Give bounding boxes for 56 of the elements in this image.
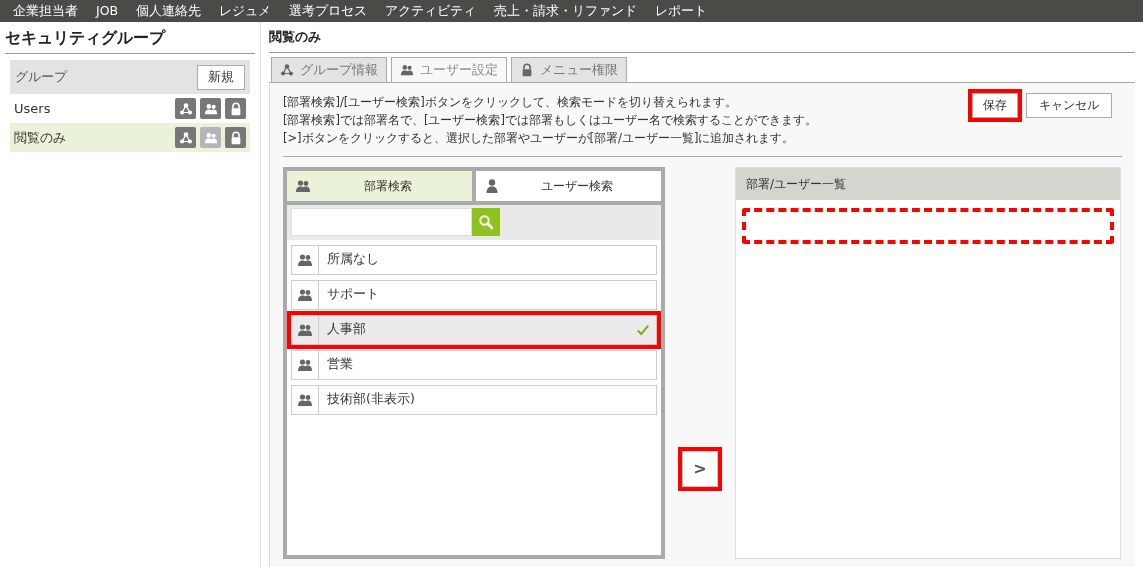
users-icon xyxy=(203,130,218,145)
users-icon xyxy=(295,177,311,194)
group-action-button[interactable] xyxy=(175,127,196,148)
nav-link[interactable]: 選考プロセス xyxy=(289,1,368,21)
nav-link[interactable]: レジュメ xyxy=(219,1,272,21)
tab[interactable]: メニュー権限 xyxy=(511,56,627,82)
department-name: 営業 xyxy=(326,355,354,374)
group-name: Users xyxy=(14,99,51,118)
group-action-button[interactable] xyxy=(225,127,246,148)
new-button[interactable]: 新規 xyxy=(197,64,245,90)
help-text: [部署検索]では部署名で、[ユーザー検索]では部署もしくはユーザー名で検索することができます。 xyxy=(283,111,817,129)
network-icon xyxy=(178,101,193,116)
check-icon xyxy=(636,322,650,337)
cancel-button[interactable]: キャンセル xyxy=(1026,92,1112,118)
department-name: 人事部 xyxy=(326,320,367,339)
search-icon xyxy=(478,213,494,230)
group-action-button[interactable] xyxy=(225,98,246,119)
nav-link[interactable]: レポート xyxy=(655,1,708,21)
selected-list-header: 部署/ユーザー一覧 xyxy=(736,167,1120,200)
users-icon xyxy=(297,391,313,408)
group-action-button[interactable] xyxy=(175,98,196,119)
search-mode-button[interactable]: 部署検索 xyxy=(287,170,472,201)
help-text: [部署検索]/[ユーザー検索]ボタンをクリックして、検索モードを切り替えられます。 xyxy=(283,93,738,111)
network-icon xyxy=(178,130,193,145)
group-header-label: グループ xyxy=(15,68,67,87)
group-action-button[interactable] xyxy=(200,98,221,119)
department-item[interactable]: サポート xyxy=(291,279,657,310)
department-item[interactable]: 所属なし xyxy=(291,244,657,275)
network-icon xyxy=(280,62,294,77)
tab[interactable]: グループ情報 xyxy=(271,56,387,82)
nav-link[interactable]: 売上・請求・リファンド xyxy=(494,1,638,21)
users-icon xyxy=(297,321,313,338)
department-name: サポート xyxy=(326,285,380,304)
group-name: 閲覧のみ xyxy=(14,128,66,147)
department-name: 所属なし xyxy=(326,250,380,269)
tab[interactable]: ユーザー設定 xyxy=(391,56,507,82)
department-item[interactable]: 営業 xyxy=(291,349,657,380)
nav-link[interactable]: 個人連絡先 xyxy=(136,1,202,21)
users-icon xyxy=(297,286,313,303)
users-icon xyxy=(400,62,414,77)
page-title: 閲覧のみ xyxy=(269,22,1135,53)
users-icon xyxy=(297,251,313,268)
department-item[interactable]: 技術部(非表示) xyxy=(291,384,657,415)
department-name: 技術部(非表示) xyxy=(326,390,416,409)
group-row[interactable]: 閲覧のみ xyxy=(10,123,250,152)
search-field[interactable] xyxy=(291,207,472,236)
users-icon xyxy=(203,101,218,116)
lock-icon xyxy=(520,62,534,77)
users-icon xyxy=(297,356,313,373)
nav-link[interactable]: アクティビティ xyxy=(385,1,477,21)
search-mode-button[interactable]: ユーザー検索 xyxy=(476,170,661,201)
nav-link[interactable]: 企業担当者 xyxy=(13,1,78,21)
nav-link[interactable]: JOB xyxy=(96,1,119,21)
sidebar-title: セキュリティグループ xyxy=(5,22,255,54)
user-icon xyxy=(484,177,500,194)
help-text: [>]ボタンをクリックすると、選択した部署やユーザーが[部署/ユーザー一覧]に追加されます。 xyxy=(283,129,796,147)
